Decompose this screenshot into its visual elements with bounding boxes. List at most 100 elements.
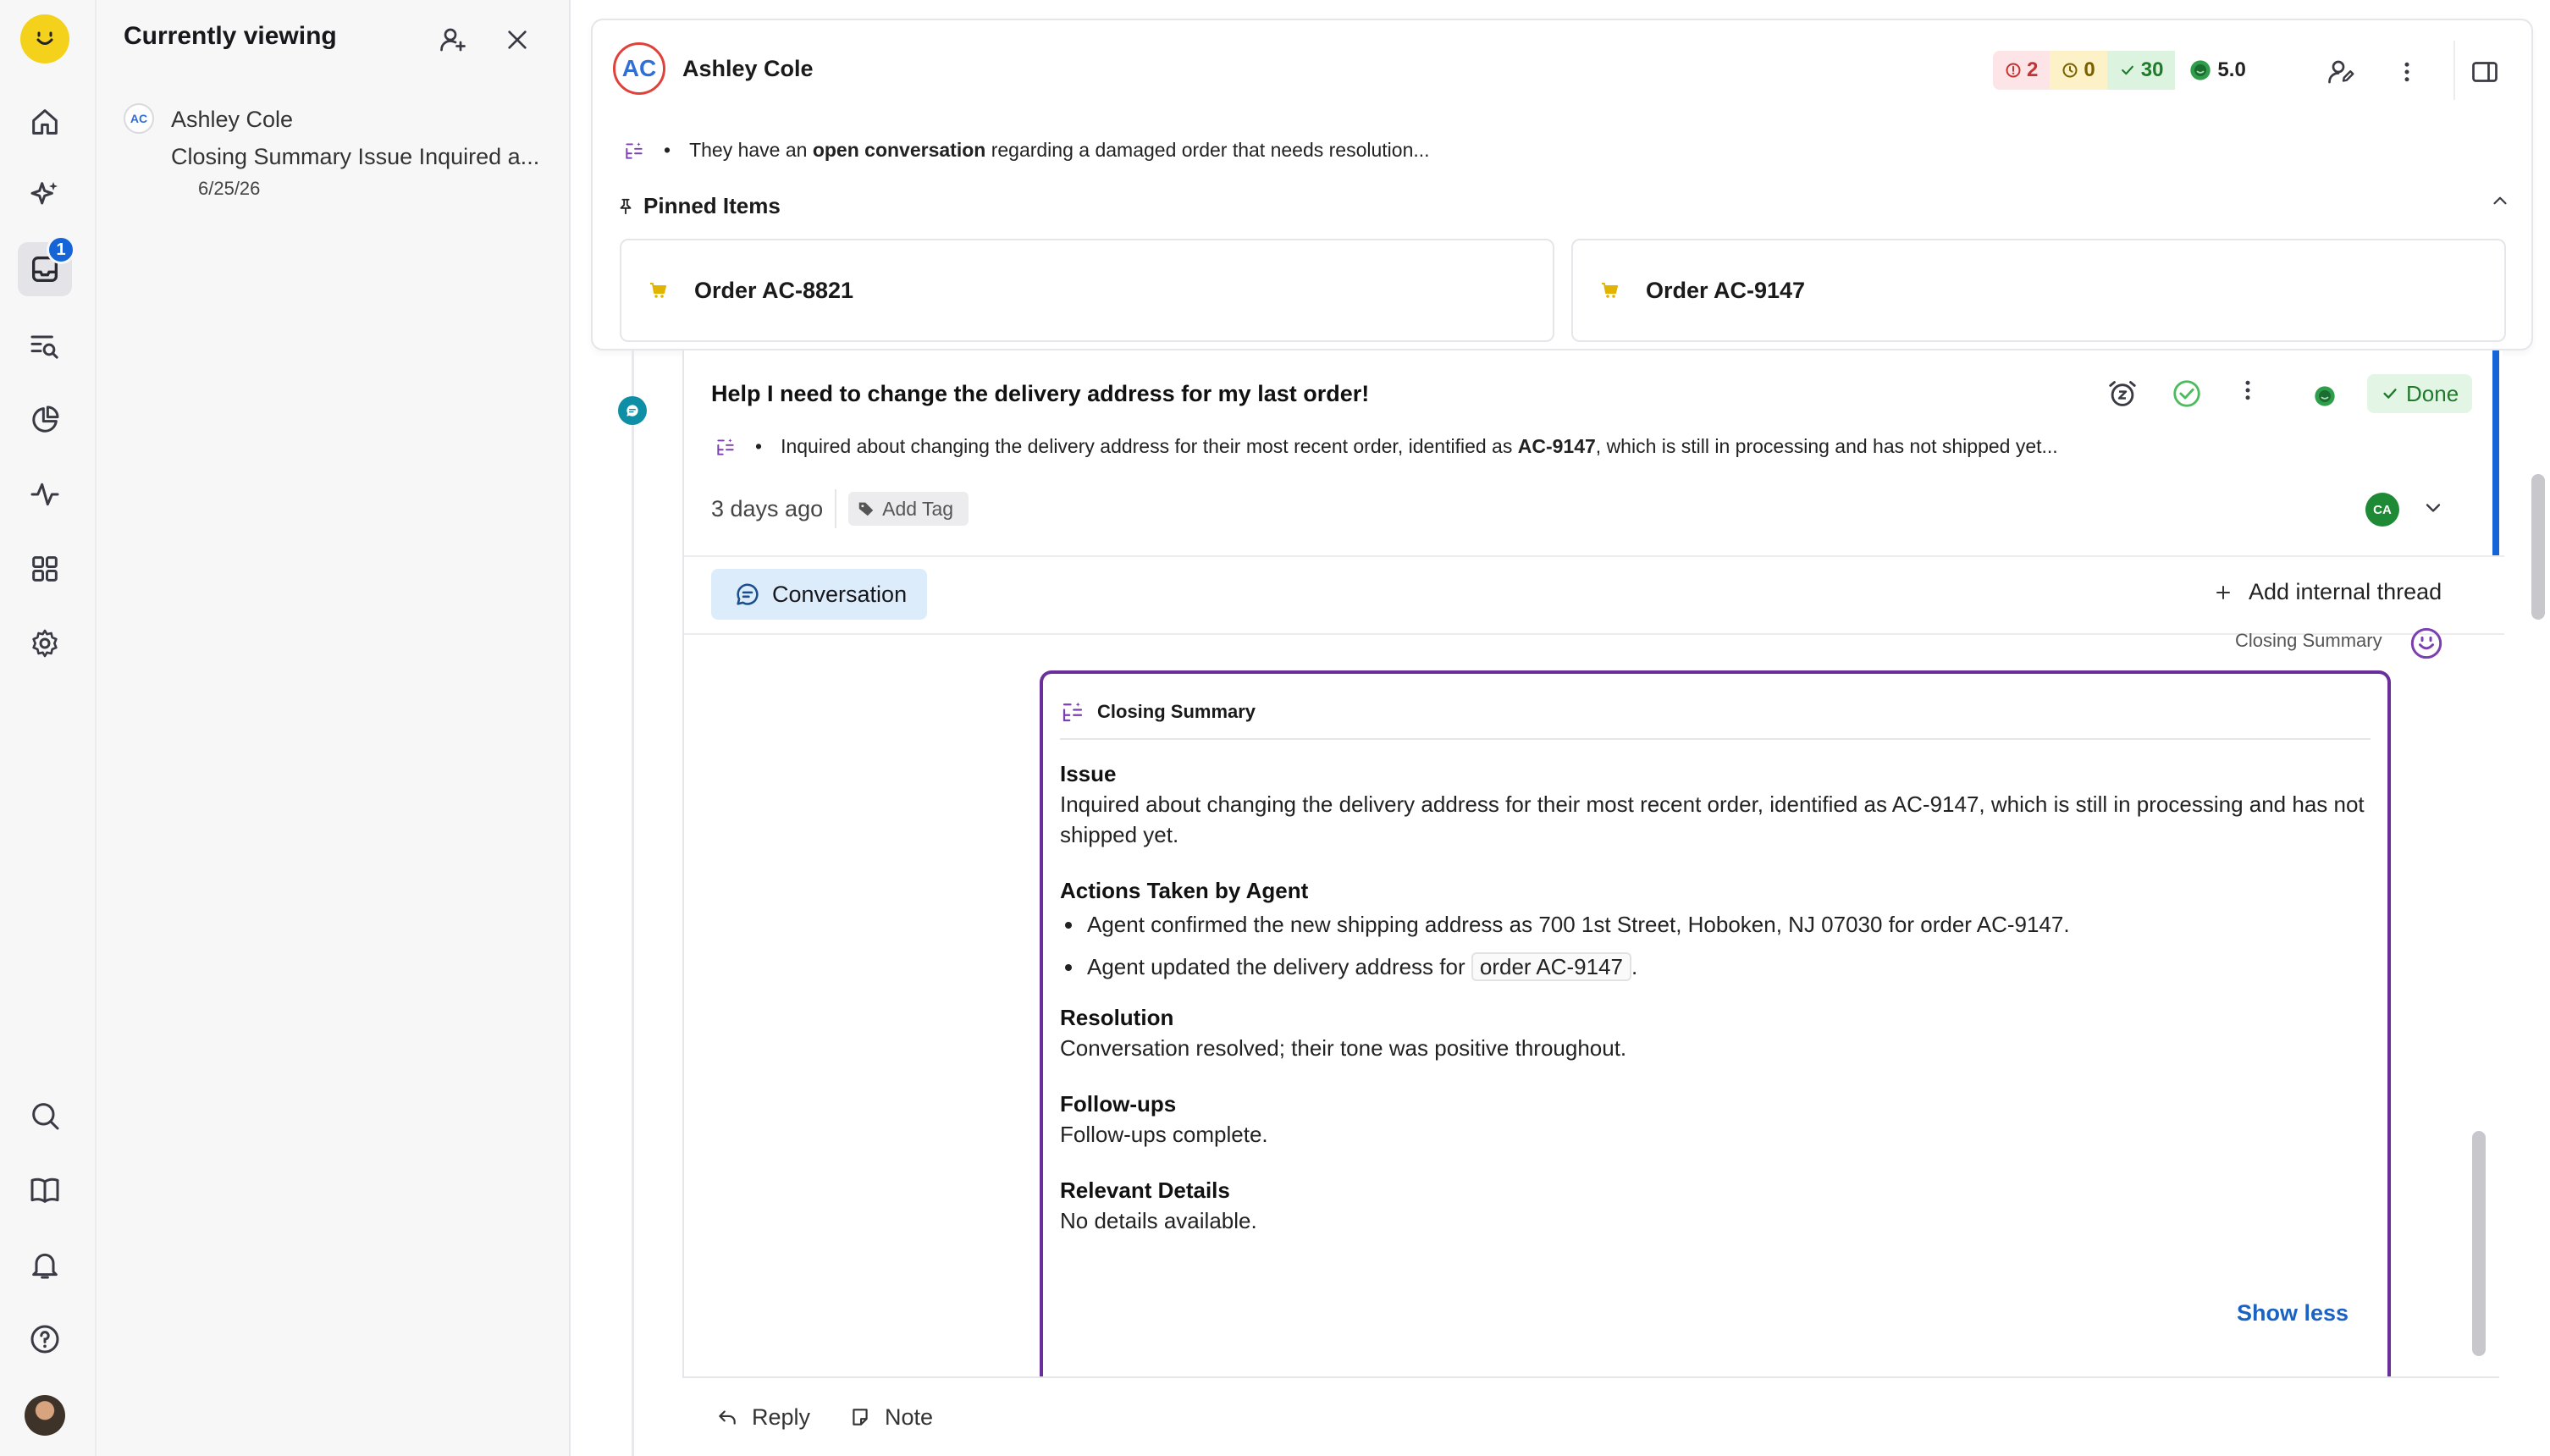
order-reference[interactable]: order AC-9147 (1471, 952, 1631, 981)
bot-smile-icon (2410, 627, 2442, 659)
reply-label: Reply (752, 1404, 811, 1430)
closing-summary-label: Closing Summary (2235, 630, 2382, 651)
cart-icon (650, 283, 666, 298)
help-icon (30, 1325, 59, 1354)
search-list-icon (30, 335, 58, 359)
contact-name: Ashley Cole (171, 107, 294, 132)
home-icon (32, 109, 58, 135)
resolved-count: 30 (2140, 58, 2164, 81)
add-internal-thread-button[interactable]: Add internal thread (2213, 579, 2442, 605)
customer-avatar: AC (613, 42, 665, 95)
show-less-button[interactable]: Show less (2237, 1300, 2349, 1326)
plus-icon (2216, 585, 2230, 599)
bullet-dot: • (664, 139, 671, 161)
page-scrollbar[interactable] (2531, 474, 2545, 620)
alerts-stat[interactable]: 2 (1993, 51, 2050, 90)
pinned-title: Pinned Items (643, 193, 781, 218)
section-text: Conversation resolved; their tone was po… (1060, 1035, 1627, 1061)
conversation-summary-text: Inquired about changing the delivery add… (781, 435, 2058, 458)
user-avatar[interactable] (25, 1395, 65, 1436)
snooze-button[interactable] (2106, 378, 2139, 410)
nav-search-list[interactable] (18, 318, 72, 372)
customer-name[interactable]: Ashley Cole (682, 56, 814, 82)
nav-inbox[interactable]: 1 (18, 235, 75, 296)
nav-search[interactable] (18, 1089, 72, 1143)
clock-icon (2062, 63, 2078, 78)
tab-conversation[interactable]: Conversation (711, 569, 928, 620)
pin-icon (620, 198, 632, 214)
nav-reports[interactable] (18, 393, 72, 447)
composer-bar: Reply Note (682, 1376, 2499, 1456)
divider (2453, 41, 2455, 100)
user-edit-icon (2328, 60, 2354, 84)
ai-summary-icon (717, 438, 734, 455)
nav-ai[interactable] (18, 168, 72, 222)
search-icon (32, 1103, 59, 1130)
conversation-age: 3 days ago (711, 495, 824, 521)
sparkles-icon (30, 182, 58, 205)
expand-details-button[interactable] (2421, 496, 2445, 520)
resolution-section: Resolution Conversation resolved; their … (1060, 1002, 2371, 1063)
nav-settings[interactable] (18, 616, 72, 670)
warnings-stat[interactable]: 0 (2050, 51, 2107, 90)
pinned-order-card[interactable]: Order AC-8821 (620, 239, 1554, 342)
pinned-order-card[interactable]: Order AC-9147 (1571, 239, 2506, 342)
pie-chart-icon (32, 405, 59, 433)
tab-label: Conversation (772, 581, 908, 607)
warnings-count: 0 (2084, 58, 2095, 81)
note-icon (853, 1409, 868, 1426)
status-label: Done (2406, 380, 2459, 406)
satisfaction-score[interactable]: 5.0 (2175, 51, 2258, 90)
viewing-list-item[interactable]: AC Ashley Cole Closing Summary Issue Inq… (124, 100, 555, 210)
nav-notifications[interactable] (18, 1238, 72, 1292)
reply-arrow-icon (719, 1410, 736, 1425)
list-item: Agent confirmed the new shipping address… (1060, 909, 2371, 940)
nav-apps[interactable] (18, 542, 72, 596)
nav-knowledge[interactable] (18, 1163, 72, 1217)
pinned-order-label: Order AC-9147 (1646, 277, 1806, 303)
conversation-meta: 3 days ago Add Tag (711, 489, 969, 528)
score-value: 5.0 (2217, 58, 2246, 81)
status-done-button[interactable]: Done (2367, 374, 2473, 413)
summary-post: regarding a damaged order that needs res… (985, 139, 1430, 161)
smile-logo-icon (36, 31, 53, 45)
followups-section: Follow-ups Follow-ups complete. (1060, 1089, 2371, 1150)
issue-section: Issue Inquired about changing the delive… (1060, 758, 2371, 850)
chevron-up-icon (2493, 196, 2507, 205)
resolved-stat[interactable]: 30 (2106, 51, 2176, 90)
resolve-button[interactable] (2171, 378, 2203, 410)
actions-list: Agent confirmed the new shipping address… (1060, 909, 2371, 982)
divider (1060, 738, 2371, 740)
assignee-avatar[interactable]: CA (2365, 493, 2399, 527)
conversation-scrollbar[interactable] (2472, 1131, 2486, 1356)
check-icon (2383, 389, 2397, 399)
more-options-button[interactable] (2386, 51, 2428, 93)
closing-summary-title: Closing Summary (1097, 701, 1256, 722)
actions-section: Actions Taken by Agent Agent confirmed t… (1060, 875, 2371, 982)
nav-activity[interactable] (18, 467, 72, 521)
edit-contact-button[interactable] (2320, 51, 2362, 93)
sidebar-toggle-icon (2472, 62, 2498, 82)
pinned-order-label: Order AC-8821 (694, 277, 854, 303)
pinned-items-header: Pinned Items (616, 193, 781, 219)
add-person-button[interactable] (432, 19, 474, 61)
selected-accent-bar (2492, 350, 2499, 555)
item-date: 6/25/26 (198, 178, 261, 199)
add-tag-button[interactable]: Add Tag (848, 492, 969, 526)
close-icon (508, 30, 527, 49)
closing-summary-body: Issue Inquired about changing the delive… (1060, 758, 2371, 1261)
chevron-down-icon (2426, 504, 2441, 512)
reply-button[interactable]: Reply (716, 1404, 810, 1431)
close-panel-button[interactable] (496, 19, 538, 61)
note-button[interactable]: Note (849, 1404, 933, 1431)
nav-help[interactable] (18, 1312, 72, 1366)
currently-viewing-panel: Currently viewing AC Ashley Cole Closing… (97, 0, 571, 1456)
conversation-more-button[interactable] (2235, 378, 2260, 403)
toggle-sidebar-button[interactable] (2464, 51, 2506, 93)
section-text: Inquired about changing the delivery add… (1060, 791, 2365, 847)
collapse-pinned-button[interactable] (2489, 190, 2511, 212)
app-logo[interactable] (20, 14, 69, 63)
apps-grid-icon (32, 556, 58, 582)
conversation-title[interactable]: Help I need to change the delivery addre… (711, 381, 1369, 407)
nav-home[interactable] (18, 95, 72, 149)
